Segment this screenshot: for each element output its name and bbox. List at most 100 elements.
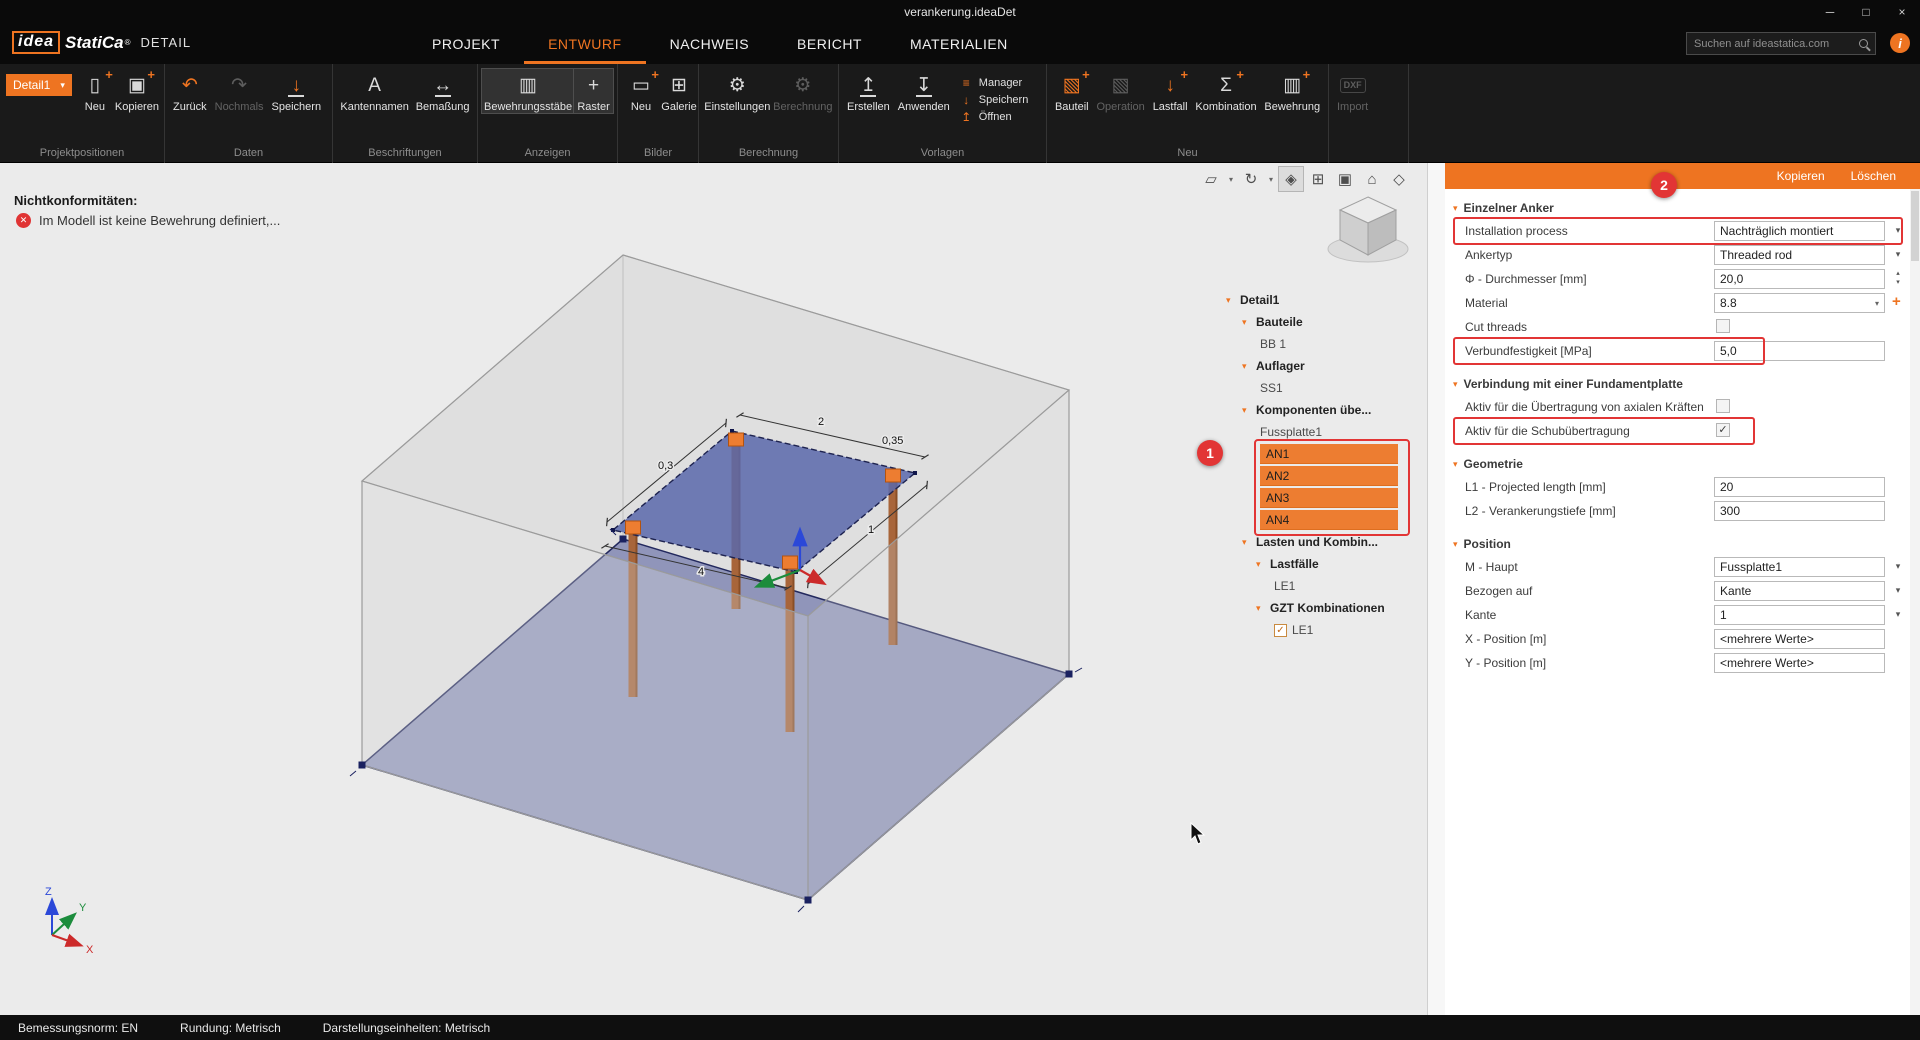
- template-apply-button[interactable]: ↧ Anwenden: [894, 69, 954, 113]
- tree-item-an2[interactable]: AN2: [1226, 465, 1426, 487]
- template-open-button[interactable]: ↥ Öffnen: [960, 110, 1029, 124]
- tab-projekt[interactable]: PROJEKT: [408, 24, 524, 64]
- axial-transfer-checkbox[interactable]: [1716, 399, 1730, 413]
- new-picture-button[interactable]: ▭+ Neu: [622, 69, 660, 113]
- chevron-down-icon[interactable]: ▾: [1242, 537, 1256, 548]
- cut-threads-checkbox[interactable]: [1716, 319, 1730, 333]
- panes-view-icon[interactable]: ⊞: [1306, 167, 1330, 191]
- chevron-down-icon[interactable]: ▾: [1242, 317, 1256, 328]
- combination-checkbox[interactable]: ✓: [1274, 624, 1287, 637]
- l1-length-input[interactable]: 20: [1714, 477, 1885, 497]
- tree-item-auflager[interactable]: ▾ Auflager: [1226, 355, 1426, 377]
- tab-materialien[interactable]: MATERIALIEN: [886, 24, 1032, 64]
- shear-transfer-checkbox[interactable]: ✓: [1716, 423, 1730, 437]
- delete-anchor-button[interactable]: Löschen: [1851, 169, 1896, 183]
- chevron-down-icon[interactable]: ▾: [1256, 559, 1270, 570]
- diameter-stepper[interactable]: ▴▾: [1890, 269, 1906, 287]
- viewport-3d[interactable]: 2 0,35 0,3 4 1: [0, 163, 1427, 1015]
- tree-item-an4[interactable]: AN4: [1226, 509, 1426, 531]
- chevron-down-icon[interactable]: ▾: [1266, 175, 1276, 184]
- orbit-icon[interactable]: ↻: [1239, 167, 1263, 191]
- maximize-button[interactable]: □: [1848, 0, 1884, 24]
- panel-scrollbar[interactable]: [1910, 189, 1920, 1015]
- tree-item-an3[interactable]: AN3: [1226, 487, 1426, 509]
- copy-project-item-button[interactable]: ▣+ Kopieren: [114, 69, 160, 113]
- l2-depth-input[interactable]: 300: [1714, 501, 1885, 521]
- add-material-button[interactable]: +: [1892, 293, 1901, 310]
- 3d-scene[interactable]: 2 0,35 0,3 4 1: [0, 163, 1427, 1015]
- bond-strength-input[interactable]: 5,0: [1714, 341, 1885, 361]
- close-button[interactable]: ×: [1884, 0, 1920, 24]
- template-manager-button[interactable]: ≡ Manager: [960, 76, 1029, 90]
- gallery-button[interactable]: ⊞ Galerie: [660, 69, 698, 113]
- section-verbindung-fundamentplatte[interactable]: ▾ Verbindung mit einer Fundamentplatte: [1445, 373, 1910, 395]
- tree-item-bauteile[interactable]: ▾ Bauteile: [1226, 311, 1426, 333]
- screenshot-icon[interactable]: ▣: [1333, 167, 1357, 191]
- tree-item-ss1[interactable]: SS1: [1226, 377, 1426, 399]
- undo-button[interactable]: ↶ Zurück: [169, 69, 211, 113]
- y-position-input[interactable]: <mehrere Werte>: [1714, 653, 1885, 673]
- info-icon[interactable]: i: [1890, 33, 1910, 53]
- section-geometrie[interactable]: ▾ Geometrie: [1445, 453, 1910, 475]
- tree-item-le1-combination[interactable]: ✓ LE1: [1226, 619, 1426, 641]
- dxf-import-button[interactable]: DXF Import: [1333, 69, 1372, 113]
- template-save-button[interactable]: ↓ Speichern: [960, 93, 1029, 107]
- save-button[interactable]: ↓ Speichern: [268, 69, 326, 113]
- tree-item-lasten[interactable]: ▾ Lasten und Kombin...: [1226, 531, 1426, 553]
- new-combination-button[interactable]: Σ+ Kombination: [1192, 69, 1261, 113]
- tree-item-detail1[interactable]: ▾ Detail1: [1226, 289, 1426, 311]
- new-operation-button[interactable]: ▧ Operation: [1093, 69, 1149, 113]
- copy-anchor-button[interactable]: Kopieren: [1777, 169, 1825, 183]
- section-plane-icon[interactable]: ▱: [1199, 167, 1223, 191]
- new-member-button[interactable]: ▧+ Bauteil: [1051, 69, 1093, 113]
- new-reinforcement-button[interactable]: ▥+ Bewehrung: [1261, 69, 1325, 113]
- section-einzelner-anker[interactable]: ▾ Einzelner Anker: [1445, 197, 1910, 219]
- edge-select[interactable]: 1: [1714, 605, 1885, 625]
- chevron-down-icon[interactable]: ▾: [1890, 561, 1906, 572]
- home-view-icon[interactable]: ⌂: [1360, 167, 1384, 191]
- search-input[interactable]: [1694, 38, 1854, 50]
- wireframe-view-icon[interactable]: ◈: [1279, 167, 1303, 191]
- related-to-select[interactable]: Kante: [1714, 581, 1885, 601]
- edge-names-button[interactable]: A Kantennamen: [337, 69, 412, 113]
- minimize-button[interactable]: ─: [1812, 0, 1848, 24]
- chevron-down-icon[interactable]: ▾: [1226, 175, 1236, 184]
- dimension-button[interactable]: ↔ Bemaßung: [412, 69, 473, 113]
- x-position-input[interactable]: <mehrere Werte>: [1714, 629, 1885, 649]
- tree-item-lastfaelle[interactable]: ▾ Lastfälle: [1226, 553, 1426, 575]
- iso-view-icon[interactable]: ◇: [1387, 167, 1411, 191]
- template-create-button[interactable]: ↥ Erstellen: [843, 69, 894, 113]
- chevron-down-icon[interactable]: ▾: [1256, 603, 1270, 614]
- tree-item-fussplatte1[interactable]: Fussplatte1: [1226, 421, 1426, 443]
- show-grid-button[interactable]: + Raster: [574, 69, 613, 113]
- new-load-case-button[interactable]: ↓+ Lastfall: [1149, 69, 1192, 113]
- detail-selector[interactable]: Detail1 ▾: [6, 74, 72, 96]
- diameter-input[interactable]: 20,0: [1714, 269, 1885, 289]
- tab-bericht[interactable]: BERICHT: [773, 24, 886, 64]
- calculate-button[interactable]: ⚙ Berechnung: [772, 69, 834, 113]
- chevron-down-icon[interactable]: ▾: [1890, 585, 1906, 596]
- installation-process-select[interactable]: Nachträglich montiert: [1714, 221, 1885, 241]
- master-select[interactable]: Fussplatte1: [1714, 557, 1885, 577]
- chevron-down-icon[interactable]: ▾: [1890, 249, 1906, 260]
- chevron-down-icon[interactable]: ▾: [1242, 405, 1256, 416]
- panel-splitter[interactable]: [1427, 163, 1445, 1015]
- new-project-item-button[interactable]: ▯+ Neu: [76, 69, 114, 113]
- search-icon[interactable]: [1859, 39, 1868, 48]
- tree-item-komponenten[interactable]: ▾ Komponenten übe...: [1226, 399, 1426, 421]
- material-select[interactable]: 8.8▾: [1714, 293, 1885, 313]
- section-position[interactable]: ▾ Position: [1445, 533, 1910, 555]
- anchor-type-select[interactable]: Threaded rod: [1714, 245, 1885, 265]
- tree-item-bb1[interactable]: BB 1: [1226, 333, 1426, 355]
- chevron-down-icon[interactable]: ▾: [1242, 361, 1256, 372]
- chevron-down-icon[interactable]: ▾: [1890, 609, 1906, 620]
- tab-nachweis[interactable]: NACHWEIS: [646, 24, 773, 64]
- settings-button[interactable]: ⚙ Einstellungen: [703, 69, 772, 113]
- tree-item-an1[interactable]: AN1: [1226, 443, 1426, 465]
- chevron-down-icon[interactable]: ▾: [1226, 295, 1240, 306]
- chevron-down-icon[interactable]: ▾: [1890, 225, 1906, 236]
- redo-button[interactable]: ↷ Nochmals: [211, 69, 268, 113]
- tree-item-le1[interactable]: LE1: [1226, 575, 1426, 597]
- tab-entwurf[interactable]: ENTWURF: [524, 24, 646, 64]
- tree-item-gzt-kombinationen[interactable]: ▾ GZT Kombinationen: [1226, 597, 1426, 619]
